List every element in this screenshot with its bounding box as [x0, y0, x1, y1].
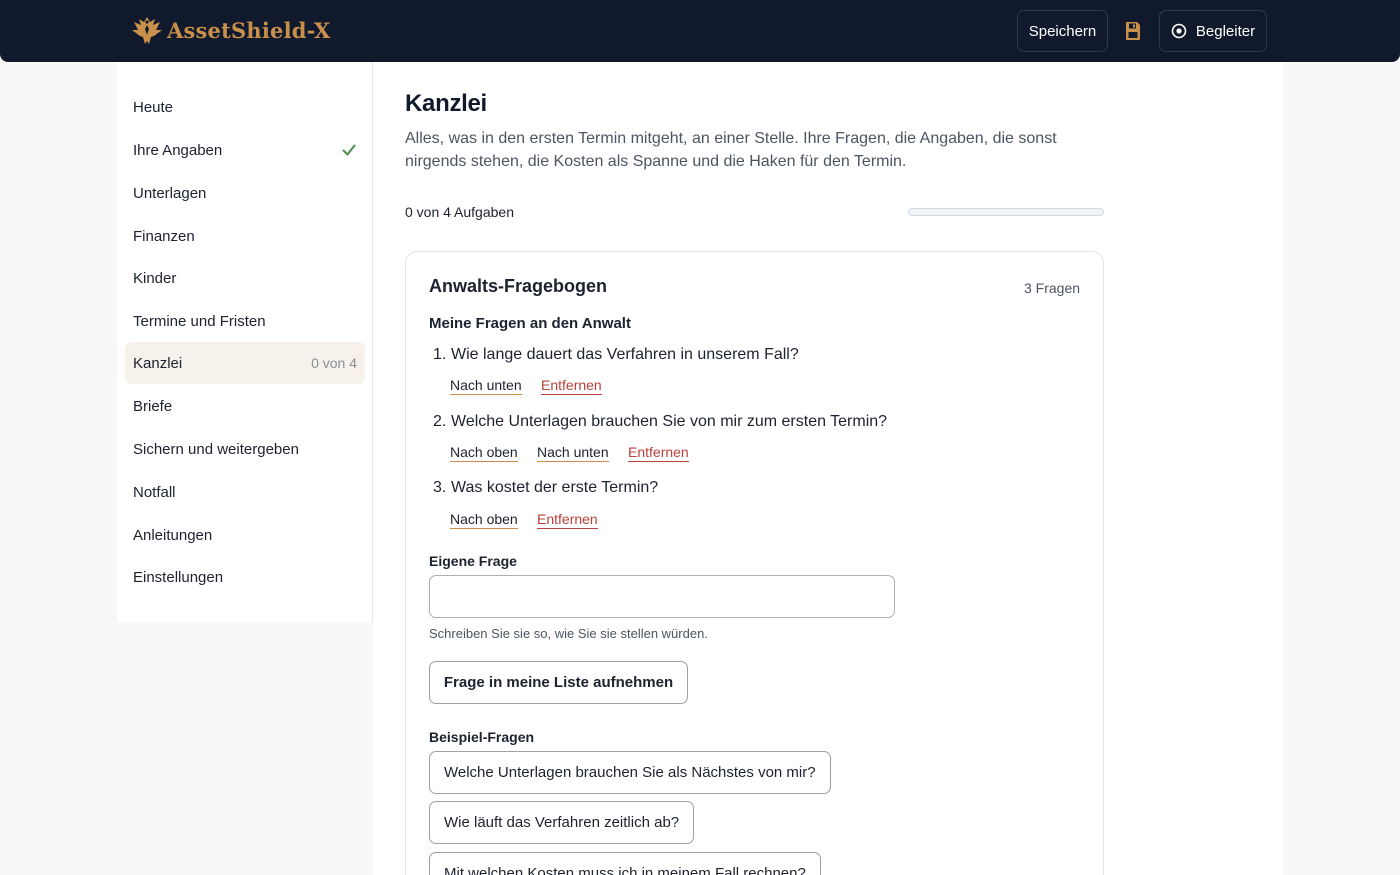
- move-down-link[interactable]: Nach unten: [537, 444, 609, 462]
- page-description: Alles, was in den ersten Termin mitgeht,…: [405, 130, 1057, 170]
- sidebar-item-label: Kinder: [133, 269, 177, 287]
- sidebar: Heute Ihre Angaben Unterlagen Finanzen K…: [117, 62, 373, 622]
- questionnaire-title: Anwalts-Fragebogen: [429, 276, 608, 296]
- page-title: Kanzlei: [405, 90, 487, 117]
- own-question-label: Eigene Frage: [429, 553, 517, 569]
- save-button[interactable]: Speichern: [1017, 10, 1108, 52]
- add-question-button[interactable]: Frage in meine Liste aufnehmen: [429, 661, 688, 704]
- sidebar-item-label: Einstellungen: [133, 568, 224, 586]
- sidebar-item-notfall[interactable]: Notfall: [125, 471, 365, 513]
- remove-link[interactable]: Entfernen: [541, 377, 602, 395]
- example-question-button[interactable]: Wie läuft das Verfahren zeitlich ab?: [429, 801, 695, 844]
- sidebar-item-kanzlei[interactable]: Kanzlei 0 von 4: [125, 342, 365, 384]
- sidebar-item-sichern[interactable]: Sichern und weitergeben: [125, 428, 365, 470]
- brand-name: AssetShield-X: [167, 17, 331, 43]
- sidebar-item-label: Finanzen: [133, 227, 195, 245]
- sidebar-item-finanzen[interactable]: Finanzen: [125, 215, 365, 257]
- sidebar-item-label: Unterlagen: [133, 184, 207, 202]
- companion-button-label: Begleiter: [1195, 22, 1256, 40]
- sidebar-item-label: Anleitungen: [133, 526, 213, 544]
- sidebar-item-label: Sichern und weitergeben: [133, 440, 299, 458]
- save-button-label: Speichern: [1028, 22, 1097, 40]
- sidebar-item-label: Heute: [133, 98, 174, 116]
- brand-logo[interactable]: AssetShield-X: [131, 13, 331, 47]
- checkmark-icon: [342, 144, 356, 156]
- sidebar-item-anleitungen[interactable]: Anleitungen: [125, 514, 365, 556]
- floppy-disk-icon[interactable]: [1124, 21, 1142, 41]
- sidebar-item-label: Termine und Fristen: [133, 312, 266, 330]
- own-question-input[interactable]: [429, 575, 895, 618]
- sidebar-item-ihre-angaben[interactable]: Ihre Angaben: [125, 129, 365, 171]
- move-up-link[interactable]: Nach oben: [450, 444, 518, 462]
- companion-button[interactable]: Begleiter: [1159, 10, 1267, 52]
- question-item: 2. Welche Unterlagen brauchen Sie von mir…: [433, 413, 887, 431]
- sidebar-item-unterlagen[interactable]: Unterlagen: [125, 172, 365, 214]
- remove-link[interactable]: Entfernen: [537, 511, 598, 529]
- remove-link[interactable]: Entfernen: [628, 444, 689, 462]
- radio-target-icon: [1171, 23, 1187, 39]
- question-item: 3. Was kostet der erste Termin?: [433, 479, 658, 497]
- progress-bar: [908, 208, 1104, 216]
- sidebar-item-label: Briefe: [133, 397, 173, 415]
- sidebar-item-termine-und-fristen[interactable]: Termine und Fristen: [125, 300, 365, 342]
- eagle-icon: [132, 17, 162, 44]
- sidebar-item-progress: 0 von 4: [311, 355, 357, 371]
- question-count: 3 Fragen: [1024, 280, 1081, 296]
- sidebar-item-kinder[interactable]: Kinder: [125, 257, 365, 299]
- progress-text: 0 von 4 Aufgaben: [405, 204, 514, 220]
- question-number: 3.: [433, 479, 447, 496]
- example-questions-heading: Beispiel-Fragen: [429, 729, 535, 745]
- sidebar-item-heute[interactable]: Heute: [125, 86, 365, 128]
- top-bar: AssetShield-X Speichern Begleiter: [0, 0, 1400, 62]
- example-question-button[interactable]: Welche Unterlagen brauchen Sie als Nächs…: [429, 751, 831, 794]
- example-question-button[interactable]: Mit welchen Kosten muss ich in meinem Fa…: [429, 852, 821, 875]
- question-text: Wie lange dauert das Verfahren in unsere…: [451, 346, 799, 363]
- sidebar-item-label: Kanzlei: [133, 354, 183, 372]
- question-number: 2.: [433, 413, 447, 430]
- sidebar-item-einstellungen[interactable]: Einstellungen: [125, 556, 365, 598]
- sidebar-item-briefe[interactable]: Briefe: [125, 385, 365, 427]
- move-down-link[interactable]: Nach unten: [450, 377, 522, 395]
- sidebar-item-label: Notfall: [133, 483, 176, 501]
- question-number: 1.: [433, 346, 447, 363]
- question-text: Was kostet der erste Termin?: [451, 479, 659, 496]
- sidebar-item-label: Ihre Angaben: [133, 141, 223, 159]
- own-question-hint: Schreiben Sie sie so, wie Sie sie stelle…: [429, 626, 708, 641]
- my-questions-heading: Meine Fragen an den Anwalt: [429, 315, 631, 332]
- question-text: Welche Unterlagen brauchen Sie von mir z…: [451, 413, 888, 430]
- move-up-link[interactable]: Nach oben: [450, 511, 518, 529]
- question-item: 1. Wie lange dauert das Verfahren in unse…: [433, 346, 799, 364]
